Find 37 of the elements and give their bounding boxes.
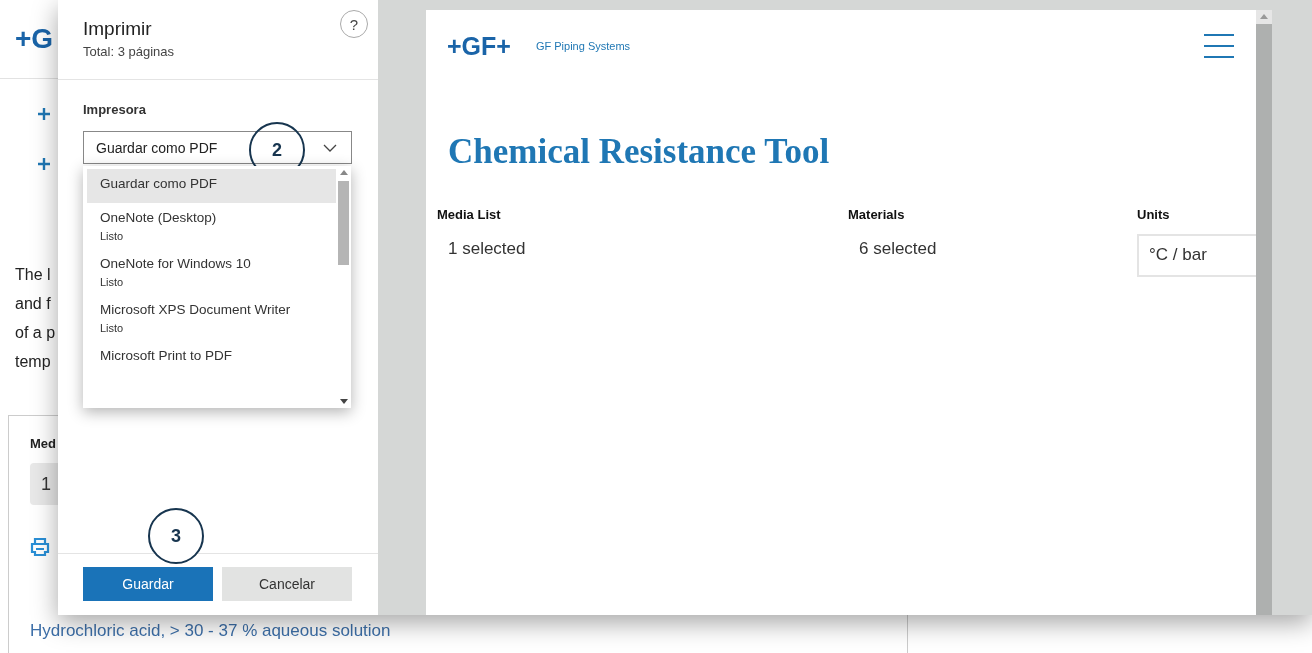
- brand-name: GF Piping Systems: [535, 40, 632, 52]
- filter-value[interactable]: 1 selected: [437, 234, 848, 259]
- plus-icon[interactable]: [37, 157, 51, 171]
- menu-icon[interactable]: [1204, 33, 1234, 59]
- chevron-icon: [323, 143, 337, 152]
- paragraph-line: temp: [15, 352, 51, 372]
- filter-label: Materials: [848, 207, 906, 222]
- filter-label: Units: [1137, 207, 1171, 222]
- page-title: Chemical Resistance Tool: [448, 132, 831, 172]
- printer-option[interactable]: Guardar como PDF: [87, 169, 336, 203]
- scrollbar[interactable]: [1256, 10, 1272, 615]
- paragraph-line: The l: [15, 265, 51, 285]
- cancel-button[interactable]: Cancelar: [222, 567, 352, 601]
- media-link[interactable]: Hydrochloric acid, > 30 - 37 % aqueous solution: [30, 621, 391, 641]
- filter-value[interactable]: 6 selected: [848, 234, 1137, 259]
- printer-option[interactable]: Microsoft XPS Document Writer Listo: [87, 295, 336, 341]
- save-button[interactable]: Guardar: [83, 567, 213, 601]
- plus-icon[interactable]: [37, 107, 51, 121]
- media-field[interactable]: 1: [30, 463, 59, 505]
- dialog-title: Imprimir: [83, 18, 153, 40]
- printer-option[interactable]: OneNote (Desktop) Listo: [87, 203, 336, 249]
- scroll-down-icon[interactable]: [339, 399, 348, 404]
- printer-option[interactable]: OneNote for Windows 10 Listo: [87, 249, 336, 295]
- paragraph-line: and f: [15, 294, 51, 314]
- scroll-up-icon[interactable]: [339, 170, 348, 175]
- step-marker: 3: [148, 508, 204, 564]
- filter-label: Media List: [437, 207, 502, 222]
- scroll-up-icon[interactable]: [1260, 14, 1268, 19]
- page-count: Total: 3 páginas: [83, 44, 175, 59]
- printer-label: Impresora: [83, 102, 147, 117]
- help-button[interactable]: ?: [340, 10, 368, 38]
- logo: +GF+: [447, 31, 511, 61]
- logo: +G: [15, 23, 54, 55]
- field-label: Med: [30, 436, 56, 451]
- paragraph-line: of a p: [15, 323, 56, 343]
- printer-icon[interactable]: [30, 537, 50, 557]
- printer-option[interactable]: Microsoft Print to PDF: [87, 341, 336, 375]
